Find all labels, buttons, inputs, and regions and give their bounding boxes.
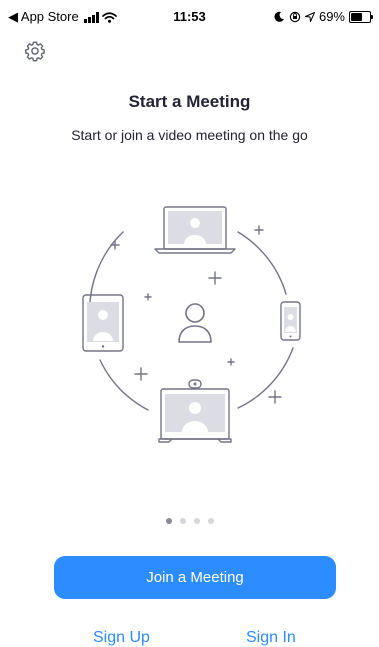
- connection-arc: [237, 347, 294, 409]
- join-meeting-label: Join a Meeting: [146, 569, 244, 586]
- status-right: 69%: [274, 9, 373, 24]
- plus-icon: [110, 240, 120, 250]
- page-dot[interactable]: [193, 518, 200, 524]
- battery-percent: 69%: [318, 9, 345, 24]
- page-subtitle: Start or join a video meeting on the go: [71, 127, 308, 143]
- page-indicator[interactable]: [0, 518, 379, 524]
- room-camera-icon: [158, 379, 232, 443]
- location-arrow-icon: [304, 11, 315, 22]
- status-bar: ◀ App Store 11:53 69%: [0, 0, 379, 34]
- rotation-lock-icon: [289, 11, 301, 22]
- page-dot[interactable]: [207, 518, 214, 524]
- page-dot[interactable]: [179, 518, 186, 524]
- sign-up-link[interactable]: Sign Up: [93, 629, 150, 647]
- sign-in-link[interactable]: Sign In: [246, 629, 296, 647]
- plus-icon: [144, 293, 152, 301]
- moon-icon: [274, 11, 284, 22]
- person-icon: [178, 303, 212, 343]
- plus-icon: [134, 367, 148, 381]
- plus-icon: [268, 390, 282, 404]
- page-dot[interactable]: [165, 518, 172, 524]
- gear-icon[interactable]: [24, 40, 46, 62]
- battery-icon: [349, 10, 373, 23]
- plus-icon: [254, 225, 264, 235]
- plus-icon: [227, 358, 235, 366]
- join-meeting-button[interactable]: Join a Meeting: [54, 556, 336, 599]
- laptop-icon: [154, 206, 236, 254]
- tablet-icon: [82, 294, 124, 352]
- plus-icon: [208, 271, 222, 285]
- phone-icon: [280, 301, 301, 341]
- connection-arc: [237, 231, 287, 295]
- meeting-illustration: [82, 206, 301, 443]
- page-title: Start a Meeting: [128, 92, 251, 111]
